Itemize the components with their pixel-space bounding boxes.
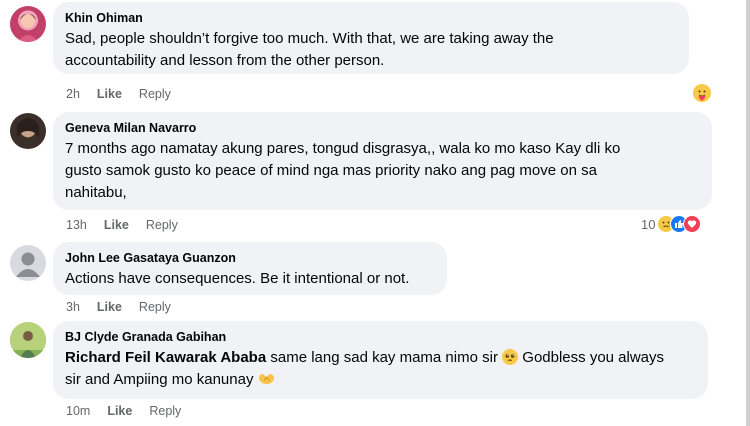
care-emoji-icon[interactable] <box>693 84 711 102</box>
comment-author[interactable]: John Lee Gasataya Guanzon <box>65 250 435 266</box>
comment-text: Richard Feil Kawarak Ababa same lang sad… <box>65 347 696 391</box>
love-reaction-icon <box>683 215 702 233</box>
comment-text-segment: same lang sad kay mama nimo sir <box>266 349 503 366</box>
like-button[interactable]: Like <box>97 86 122 102</box>
comment-time[interactable]: 2h <box>66 86 80 102</box>
comment-author[interactable]: Khin Ohiman <box>65 10 677 26</box>
reply-button[interactable]: Reply <box>146 217 178 233</box>
reaction-summary[interactable]: 10 <box>641 215 702 233</box>
comment-time[interactable]: 13h <box>66 217 87 233</box>
comment-text-line: 7 months ago namatay akung pares, tongud… <box>65 140 621 157</box>
avatar[interactable] <box>10 245 46 281</box>
reply-button[interactable]: Reply <box>139 86 171 102</box>
comment-time[interactable]: 10m <box>66 403 90 419</box>
reply-button[interactable]: Reply <box>149 403 181 419</box>
comment-author[interactable]: BJ Clyde Granada Gabihan <box>65 329 696 345</box>
comment-time[interactable]: 3h <box>66 299 80 315</box>
avatar[interactable] <box>10 6 46 42</box>
like-button[interactable]: Like <box>104 217 129 233</box>
comment-actions: 3h Like Reply <box>66 299 188 315</box>
comment-text-line: nahitabu, <box>65 184 127 201</box>
like-button[interactable]: Like <box>107 403 132 419</box>
comment-text-segment: sir and Ampiing mo kanunay <box>65 371 258 388</box>
comment-bubble: Khin Ohiman Sad, people shouldn’t forgiv… <box>53 2 689 74</box>
pleading-face-emoji-icon <box>502 349 519 365</box>
comment-text: 7 months ago namatay akung pares, tongud… <box>65 138 700 204</box>
comment-text: Actions have consequences. Be it intenti… <box>65 270 410 287</box>
comment-author[interactable]: Geneva Milan Navarro <box>65 120 700 136</box>
comment-text-line: gusto samok gusto ko peace of mind nga m… <box>65 162 597 179</box>
comment-actions: 10m Like Reply <box>66 403 198 419</box>
like-button[interactable]: Like <box>97 299 122 315</box>
comment-bubble: Geneva Milan Navarro 7 months ago namata… <box>53 112 712 210</box>
comment-bubble: John Lee Gasataya Guanzon Actions have c… <box>53 242 447 295</box>
mention-link[interactable]: Richard Feil Kawarak Ababa <box>65 349 266 366</box>
reply-button[interactable]: Reply <box>139 299 171 315</box>
heart-hands-emoji-icon <box>258 369 275 391</box>
comment-text-line: Sad, people shouldn’t forgive too much. … <box>65 30 554 47</box>
comment-text-line: accountability and lesson from the other… <box>65 52 385 69</box>
avatar[interactable] <box>10 113 46 149</box>
comment-text-line: Richard Feil Kawarak Ababa same lang sad… <box>65 347 696 369</box>
comment-bubble: BJ Clyde Granada Gabihan Richard Feil Ka… <box>53 321 708 399</box>
comment-text-segment: Godbless you always <box>518 349 665 366</box>
scrollbar-track <box>746 0 750 426</box>
avatar[interactable] <box>10 322 46 358</box>
comment-text: Sad, people shouldn’t forgive too much. … <box>65 28 677 72</box>
comment-actions: 2h Like Reply <box>66 86 188 102</box>
comment-text-line: sir and Ampiing mo kanunay <box>65 369 696 391</box>
reaction-count: 10 <box>641 216 656 232</box>
comment-actions: 13h Like Reply <box>66 217 195 233</box>
